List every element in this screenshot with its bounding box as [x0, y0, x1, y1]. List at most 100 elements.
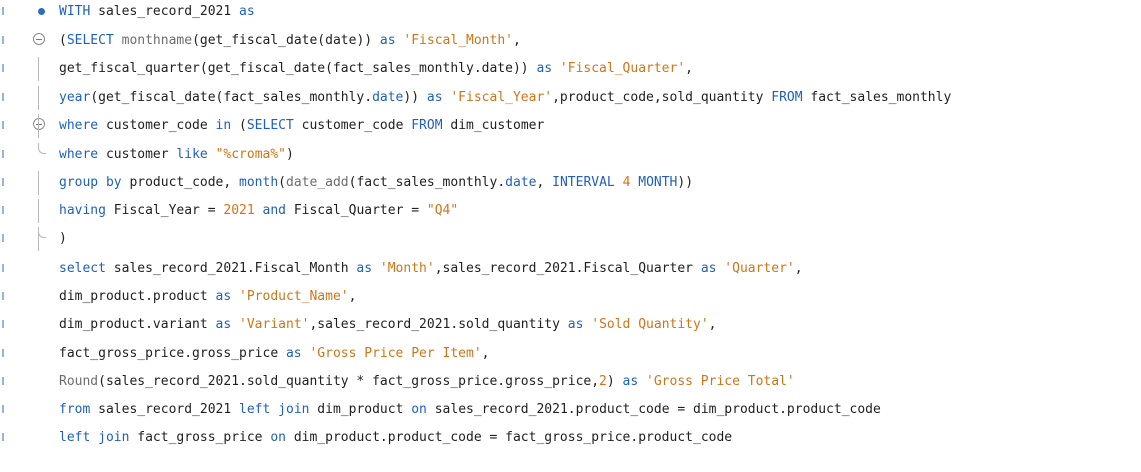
- code-line[interactable]: where customer_code in (SELECT customer_…: [0, 114, 1141, 138]
- code-text[interactable]: where customer like "%croma%"): [59, 143, 294, 167]
- code-text[interactable]: from sales_record_2021 left join dim_pro…: [59, 398, 881, 422]
- code-token: where: [59, 118, 99, 133]
- code-token: ,: [512, 33, 521, 48]
- line-marker-icon: [2, 7, 4, 15]
- code-line[interactable]: select sales_record_2021.Fiscal_Month as…: [0, 257, 1141, 281]
- code-token: ,: [708, 317, 717, 332]
- code-line[interactable]: having Fiscal_Year = 2021 and Fiscal_Qua…: [0, 199, 1141, 223]
- line-marker-icon: [2, 349, 4, 357]
- code-line[interactable]: group by product_code, month(date_add(fa…: [0, 171, 1141, 195]
- code-token: as: [379, 33, 396, 48]
- line-marker-icon: [2, 320, 4, 328]
- code-token: as: [215, 317, 232, 332]
- code-line[interactable]: WITH sales_record_2021 as: [0, 0, 1141, 24]
- code-token: 'Month': [379, 261, 435, 276]
- fold-collapse-icon[interactable]: [33, 33, 45, 45]
- code-token: )): [677, 175, 694, 190]
- code-line[interactable]: ): [0, 227, 1141, 251]
- code-line[interactable]: get_fiscal_quarter(get_fiscal_date(fact_…: [0, 57, 1141, 81]
- code-token: as: [536, 61, 553, 76]
- code-token: Fiscal_Year =: [105, 203, 224, 218]
- code-token: ): [606, 374, 623, 389]
- code-token: as: [215, 289, 232, 304]
- code-token: (get_fiscal_date(date)): [192, 33, 380, 48]
- code-token: on: [270, 430, 286, 445]
- code-token: FROM: [411, 118, 443, 133]
- code-token: sales_record_2021: [90, 402, 240, 417]
- code-text[interactable]: ): [59, 227, 67, 251]
- code-text[interactable]: having Fiscal_Year = 2021 and Fiscal_Qua…: [59, 199, 458, 223]
- code-token: 'Fiscal_Month': [403, 33, 513, 48]
- line-marker-icon: [2, 405, 4, 413]
- code-token: and: [262, 203, 286, 218]
- code-token: (get_fiscal_date(fact_sales_monthly.: [90, 90, 373, 105]
- code-token: fact_gross_price.gross_price: [59, 346, 286, 361]
- code-text[interactable]: Round(sales_record_2021.sold_quantity * …: [59, 370, 795, 394]
- code-token: sales_record_2021.product_code = dim_pro…: [426, 402, 881, 417]
- code-token: where: [59, 147, 99, 162]
- line-marker-icon: [2, 206, 4, 214]
- code-token: product_code,: [121, 175, 240, 190]
- code-token: month: [239, 175, 279, 190]
- code-line[interactable]: dim_product.variant as 'Variant',sales_r…: [0, 313, 1141, 337]
- line-marker-icon: [2, 121, 4, 129]
- code-text[interactable]: fact_gross_price.gross_price as 'Gross P…: [59, 342, 489, 366]
- code-text[interactable]: year(get_fiscal_date(fact_sales_monthly.…: [59, 86, 951, 110]
- code-line[interactable]: fact_gross_price.gross_price as 'Gross P…: [0, 342, 1141, 366]
- code-token: as: [239, 4, 255, 19]
- code-token: customer: [98, 147, 177, 162]
- code-text[interactable]: WITH sales_record_2021 as: [59, 0, 255, 24]
- code-token: ,sales_record_2021.sold_quantity: [309, 317, 568, 332]
- code-line[interactable]: Round(sales_record_2021.sold_quantity * …: [0, 370, 1141, 394]
- code-token: ): [59, 231, 67, 246]
- line-marker-icon: [2, 36, 4, 44]
- code-token: SELECT: [66, 33, 114, 48]
- code-token: 'Product_Name': [239, 289, 349, 304]
- code-token: date: [505, 175, 537, 190]
- code-text[interactable]: dim_product.variant as 'Variant',sales_r…: [59, 313, 716, 337]
- code-token: ,: [794, 261, 803, 276]
- code-text[interactable]: select sales_record_2021.Fiscal_Month as…: [59, 257, 803, 281]
- code-token: WITH: [59, 4, 91, 19]
- breakpoint-icon[interactable]: [38, 8, 45, 15]
- code-text[interactable]: dim_product.product as 'Product_Name',: [59, 285, 356, 309]
- fold-collapse-icon[interactable]: [33, 118, 45, 130]
- code-line[interactable]: from sales_record_2021 left join dim_pro…: [0, 398, 1141, 422]
- fold-guide-line: [38, 86, 39, 110]
- code-text[interactable]: group by product_code, month(date_add(fa…: [59, 171, 693, 195]
- code-token: Round: [59, 374, 99, 389]
- code-text[interactable]: left join fact_gross_price on dim_produc…: [59, 426, 732, 450]
- code-token: INTERVAL: [552, 175, 615, 190]
- code-line[interactable]: dim_product.product as 'Product_Name',: [0, 285, 1141, 309]
- code-line[interactable]: left join fact_gross_price on dim_produc…: [0, 426, 1141, 450]
- code-line[interactable]: year(get_fiscal_date(fact_sales_monthly.…: [0, 86, 1141, 110]
- code-token: (: [278, 175, 286, 190]
- code-token: (: [59, 33, 67, 48]
- code-token: 'Gross Price Per Item': [309, 346, 482, 361]
- code-token: as: [567, 317, 584, 332]
- code-line[interactable]: (SELECT monthname(get_fiscal_date(date))…: [0, 29, 1141, 53]
- code-token: as: [700, 261, 717, 276]
- line-marker-icon: [2, 64, 4, 72]
- code-line[interactable]: where customer like "%croma%"): [0, 143, 1141, 167]
- code-token: 'Gross Price Total': [646, 374, 795, 389]
- line-marker-icon: [2, 93, 4, 101]
- code-token: sales_record_2021.Fiscal_Month: [105, 261, 357, 276]
- code-token: ,product_code,sold_quantity: [552, 90, 772, 105]
- code-token: 'Variant': [239, 317, 310, 332]
- code-token: as: [426, 90, 443, 105]
- code-token: 'Fiscal_Year': [450, 90, 553, 105]
- code-text[interactable]: (SELECT monthname(get_fiscal_date(date))…: [59, 29, 521, 53]
- code-token: left join: [59, 430, 130, 445]
- code-token: SELECT: [246, 118, 294, 133]
- code-token: FROM: [771, 90, 803, 105]
- code-text[interactable]: where customer_code in (SELECT customer_…: [59, 114, 544, 138]
- code-text[interactable]: get_fiscal_quarter(get_fiscal_date(fact_…: [59, 57, 693, 81]
- code-token: like: [176, 147, 208, 162]
- code-token: 'Sold Quantity': [591, 317, 709, 332]
- sql-editor[interactable]: WITH sales_record_2021 as (SELECT monthna…: [0, 0, 1141, 472]
- code-token: date_add: [286, 175, 349, 190]
- code-token: (: [231, 118, 247, 133]
